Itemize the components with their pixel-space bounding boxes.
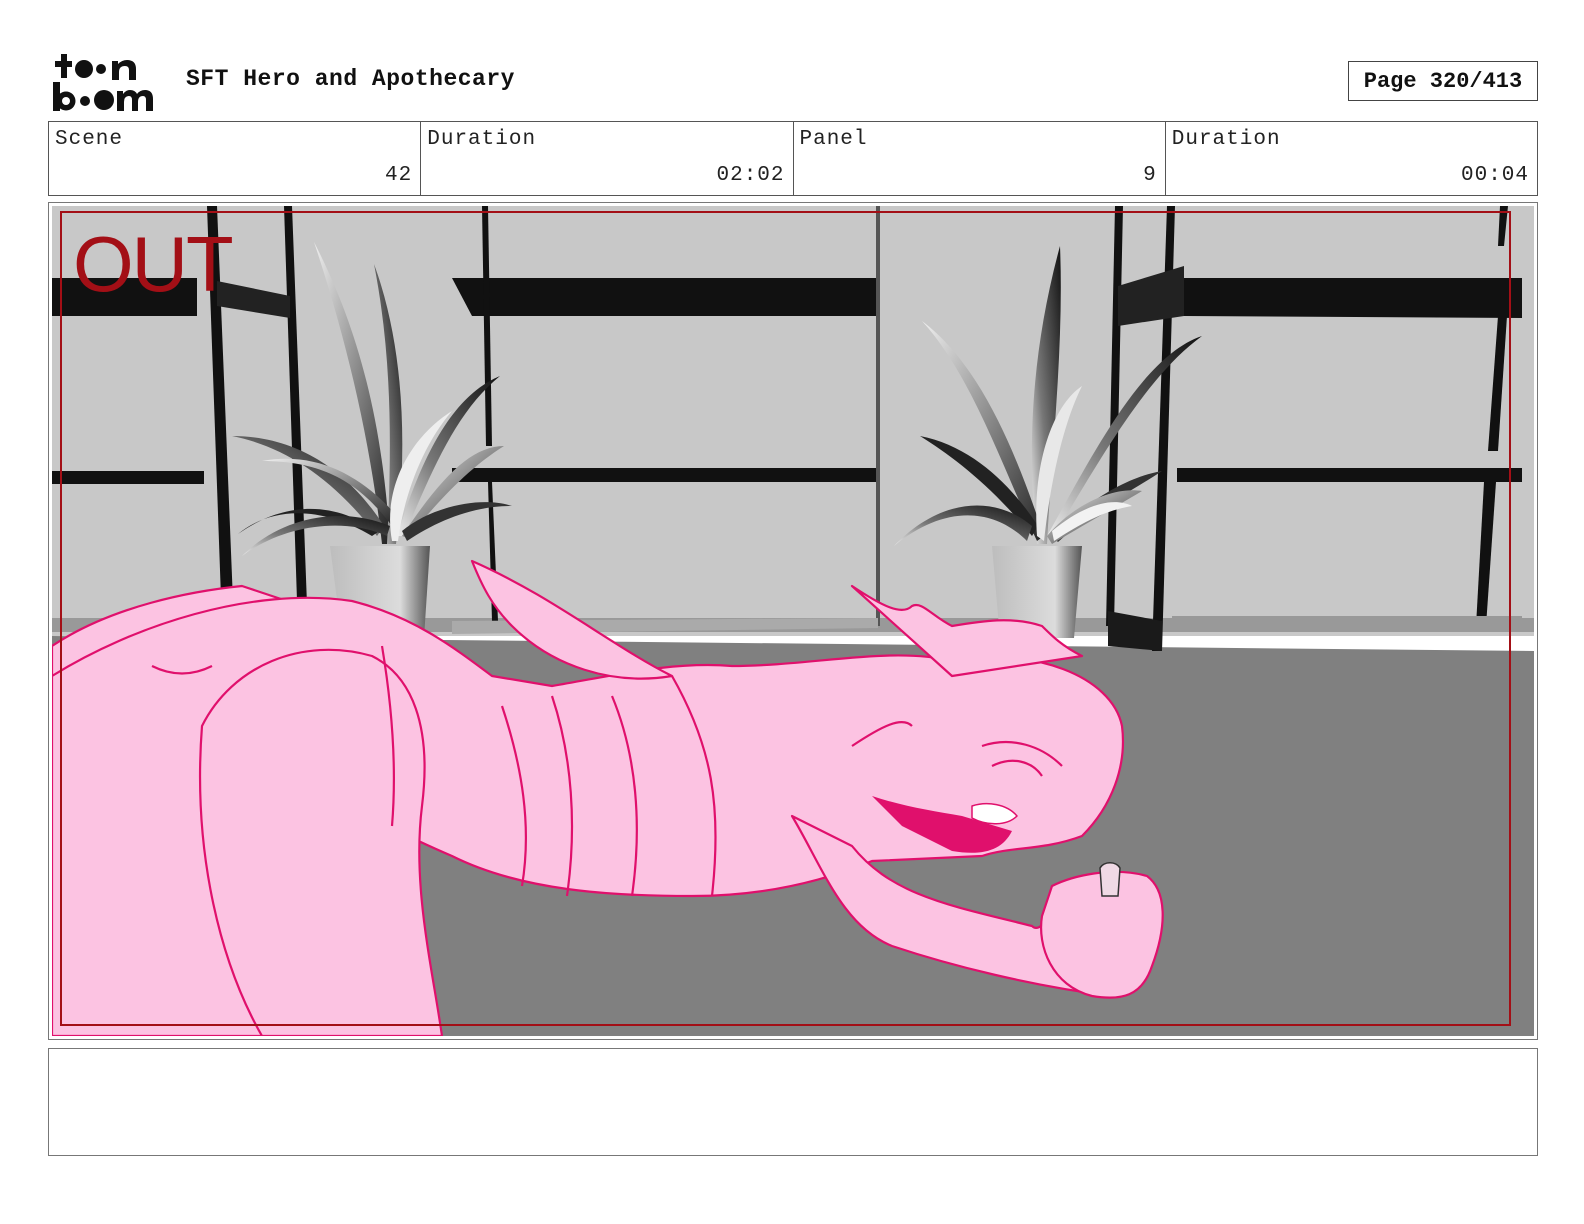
small-object xyxy=(1099,862,1121,897)
panel-duration-cell: Duration 00:04 xyxy=(1166,122,1537,195)
out-marker: OUT xyxy=(73,220,234,308)
storyboard-panel: OUT xyxy=(48,202,1538,1040)
panel-label: Panel xyxy=(799,128,868,151)
project-title: SFT Hero and Apothecary xyxy=(186,66,515,92)
notes-box xyxy=(48,1048,1538,1156)
scene-duration-cell: Duration 02:02 xyxy=(421,122,794,195)
panel-drawing xyxy=(52,206,1534,1036)
back-wall xyxy=(52,206,1534,636)
scene-duration-label: Duration xyxy=(427,128,537,151)
scene-cell: Scene 42 xyxy=(49,122,422,195)
panel-duration-label: Duration xyxy=(1171,128,1281,151)
info-row: Scene 42 Duration 02:02 Panel 9 Duration… xyxy=(48,121,1538,196)
panel-value: 9 xyxy=(1143,164,1157,187)
page-number: Page 320/413 xyxy=(1348,61,1538,101)
scene-value: 42 xyxy=(385,164,413,187)
toon-boom-logo xyxy=(53,54,153,111)
panel-duration-value: 00:04 xyxy=(1460,164,1529,187)
scene-duration-value: 02:02 xyxy=(716,164,785,187)
panel-cell: Panel 9 xyxy=(794,122,1166,195)
scene-label: Scene xyxy=(55,128,124,151)
